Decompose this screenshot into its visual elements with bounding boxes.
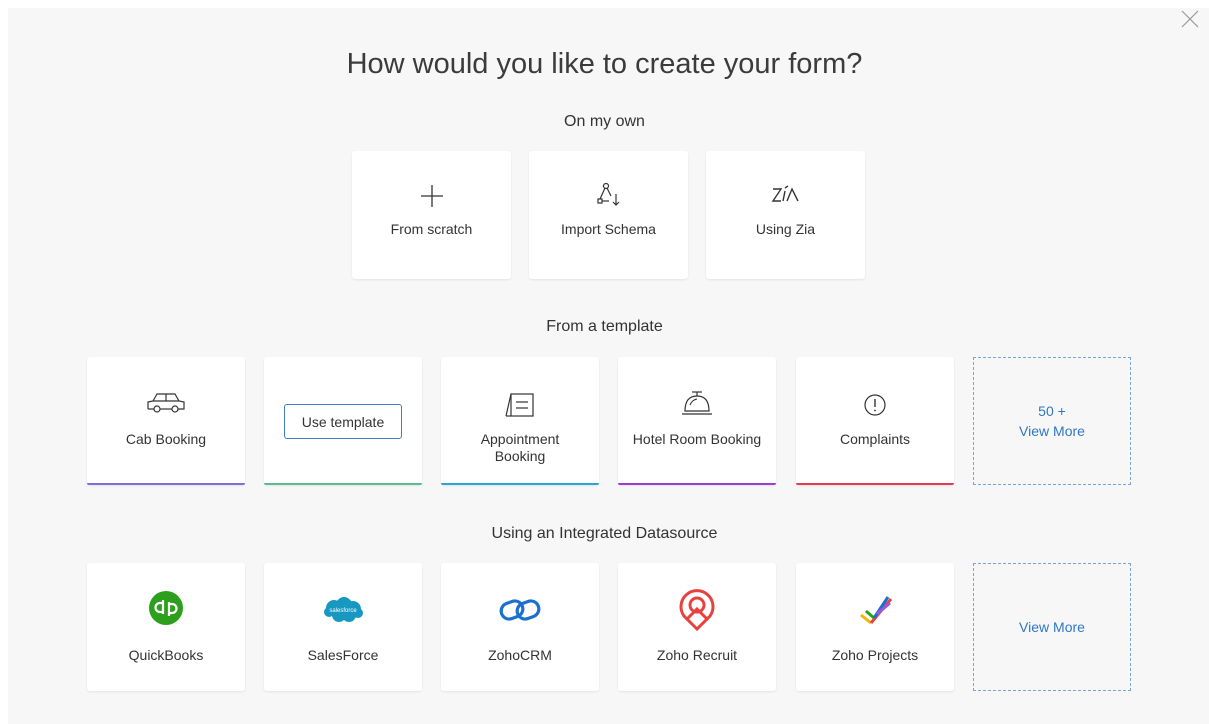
- template-card-complaints[interactable]: Complaints: [796, 357, 954, 485]
- template-count: 50 +: [1038, 403, 1066, 419]
- template-card-hovered[interactable]: Use template: [264, 357, 422, 485]
- template-view-more-button[interactable]: 50 + View More: [973, 357, 1131, 485]
- template-accent-bar: [796, 483, 954, 485]
- salesforce-logo-icon: salesforce: [324, 597, 363, 622]
- datasource-view-more-button[interactable]: View More: [973, 563, 1131, 691]
- datasource-label: Zoho Recruit: [656, 647, 738, 663]
- template-card-appointment-booking[interactable]: Appointment Booking: [441, 357, 599, 485]
- template-accent-bar: [264, 483, 422, 485]
- using-zia-card[interactable]: Using Zia: [706, 151, 865, 279]
- import-schema-label: Import Schema: [561, 221, 656, 237]
- template-card-cab-booking[interactable]: Cab Booking: [87, 357, 245, 485]
- template-accent-bar: [618, 483, 776, 485]
- datasource-card-zoho-recruit[interactable]: Zoho Recruit: [618, 563, 776, 691]
- datasource-card-zoho-projects[interactable]: Zoho Projects: [796, 563, 954, 691]
- zia-icon: [771, 185, 799, 202]
- section-label-template: From a template: [546, 318, 663, 335]
- template-label: Hotel Room Booking: [632, 431, 762, 447]
- zoho-projects-logo-icon: [860, 596, 893, 625]
- zoho-recruit-logo-icon: [679, 589, 715, 632]
- svg-text:salesforce: salesforce: [329, 608, 357, 614]
- datasource-card-quickbooks[interactable]: QuickBooks: [87, 563, 245, 691]
- import-schema-card[interactable]: Import Schema: [529, 151, 688, 279]
- view-more-label: View More: [1019, 619, 1085, 635]
- template-label: Complaints: [839, 431, 911, 447]
- close-icon[interactable]: [1179, 8, 1201, 30]
- template-label: Cab Booking: [125, 431, 207, 447]
- appointment-board-icon: [505, 393, 534, 417]
- hotel-bell-icon: [682, 391, 712, 415]
- datasource-label: SalesForce: [307, 647, 379, 663]
- template-accent-bar: [441, 483, 599, 485]
- from-scratch-label: From scratch: [390, 221, 473, 237]
- quickbooks-logo-icon: [149, 591, 183, 625]
- view-more-label: View More: [1019, 423, 1085, 439]
- datasource-label: QuickBooks: [128, 647, 204, 663]
- section-label-own: On my own: [564, 113, 645, 130]
- datasource-label: Zoho Projects: [831, 647, 919, 663]
- section-label-datasource: Using an Integrated Datasource: [491, 525, 718, 542]
- datasource-label: ZohoCRM: [488, 647, 552, 663]
- use-template-button[interactable]: Use template: [284, 404, 402, 439]
- datasource-card-salesforce[interactable]: salesforce SalesForce: [264, 563, 422, 691]
- import-schema-icon: [596, 182, 619, 206]
- zohocrm-logo-icon: [499, 599, 541, 621]
- plus-icon: [420, 185, 443, 207]
- template-card-hotel-room-booking[interactable]: Hotel Room Booking: [618, 357, 776, 485]
- template-accent-bar: [87, 483, 245, 485]
- using-zia-label: Using Zia: [755, 221, 816, 237]
- page-title: How would you like to create your form?: [346, 48, 863, 80]
- datasource-card-zohocrm[interactable]: ZohoCRM: [441, 563, 599, 691]
- exclamation-circle-icon: [864, 394, 886, 416]
- template-label: Appointment Booking: [480, 431, 560, 464]
- from-scratch-card[interactable]: From scratch: [352, 151, 511, 279]
- car-icon: [147, 393, 185, 413]
